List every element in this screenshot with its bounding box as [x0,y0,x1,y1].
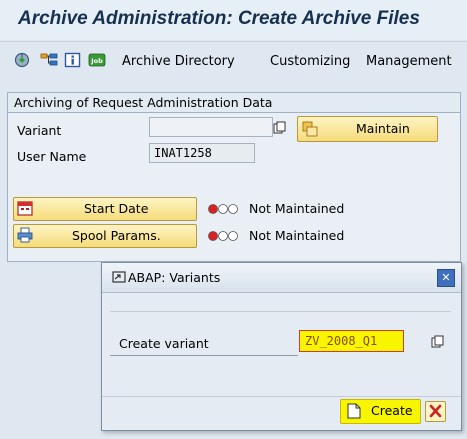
user-name-label: User Name [17,149,87,164]
title-bar: Archive Administration: Create Archive F… [0,0,467,40]
cancel-icon [429,404,442,421]
dialog-window-icon [112,270,126,284]
spool-params-label: Spool Params. [72,228,161,243]
create-variant-value: ZV_2008_Q1 [305,334,378,348]
maintain-button-label: Maintain [356,121,410,136]
variant-input[interactable] [149,117,273,137]
info-icon[interactable] [64,52,82,68]
execute-icon[interactable] [14,52,32,68]
dialog-divider-top [110,311,451,312]
menu-management[interactable]: Management [366,54,452,69]
calendar-icon [17,200,33,216]
user-name-field: INAT1258 [149,143,255,163]
label-underline [110,355,298,356]
cancel-button[interactable] [425,401,446,422]
job-icon-text: Job [90,57,103,65]
job-icon[interactable]: Job [88,52,106,68]
start-date-status: Not Maintained [249,201,345,216]
group-header: Archiving of Request Administration Data [8,93,460,113]
archiving-group-box: Archiving of Request Administration Data… [7,92,461,262]
maintain-button[interactable]: Maintain [297,116,438,142]
dialog-close-button[interactable]: ✕ [437,269,455,287]
menu-customizing[interactable]: Customizing [270,54,350,69]
close-icon: ✕ [441,271,451,284]
maintain-icon [302,121,318,137]
page-title: Archive Administration: Create Archive F… [18,8,420,29]
variant-label: Variant [17,123,62,138]
create-variant-input[interactable]: ZV_2008_Q1 [299,330,404,352]
variants-dialog: ABAP: Variants ✕ Create variant ZV_2008_… [101,262,462,431]
start-date-button[interactable]: Start Date [13,197,197,221]
user-name-value: INAT1258 [154,146,212,160]
dialog-value-help-icon[interactable] [431,335,445,349]
create-button[interactable]: Create [340,399,421,424]
dialog-divider-bottom [102,396,461,397]
start-date-traffic-light-icon [207,203,247,215]
application-toolbar: Job Archive Directory Customizing Manage… [0,41,467,78]
menu-archive-directory[interactable]: Archive Directory [122,54,235,69]
spool-status: Not Maintained [249,228,345,243]
printer-icon [17,227,33,243]
dialog-title: ABAP: Variants [128,270,221,285]
create-variant-label: Create variant [119,336,209,351]
start-date-label: Start Date [84,201,149,216]
group-title: Archiving of Request Administration Data [14,95,273,110]
dialog-header: ABAP: Variants ✕ [102,263,461,293]
new-document-icon [347,403,361,419]
org-structure-icon[interactable] [40,52,58,68]
spool-params-button[interactable]: Spool Params. [13,224,197,248]
create-button-label: Create [371,403,413,418]
spool-traffic-light-icon [207,230,247,242]
value-help-icon[interactable] [273,121,287,135]
